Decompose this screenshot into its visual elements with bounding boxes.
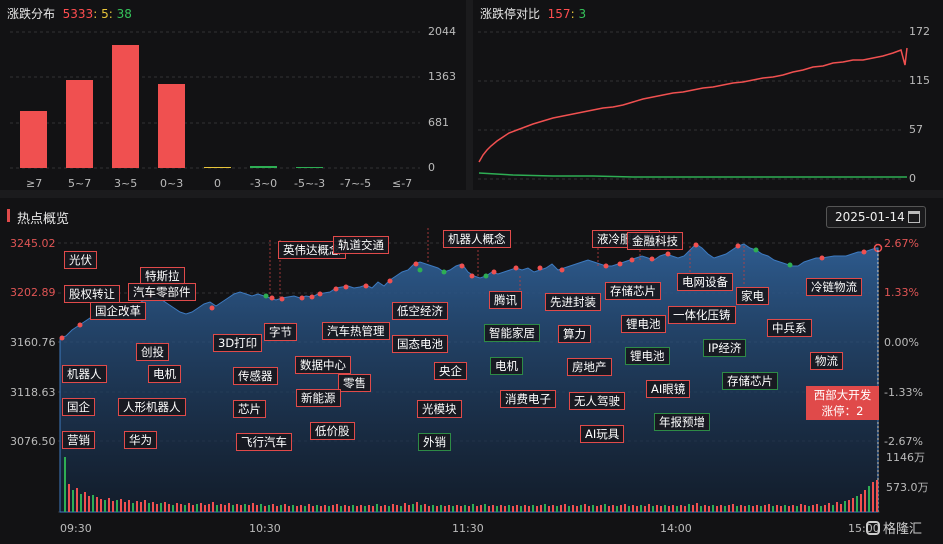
time-tick-0: 09:30 [60,522,92,535]
concept-tag[interactable]: 汽车零部件 [128,283,196,301]
price-tick-4: 3076.50 [10,435,56,448]
concept-tag[interactable]: 冷链物流 [806,278,862,296]
pct-tick-2: 0.00% [884,336,919,349]
concept-tag[interactable]: 字节 [264,323,297,341]
concept-tag[interactable]: 汽车热管理 [322,322,390,340]
concept-tag[interactable]: 国企改革 [90,302,146,320]
concept-tag[interactable]: 存储芯片 [605,282,661,300]
concept-tag[interactable]: 低空经济 [392,302,448,320]
concept-tag[interactable]: 无人驾驶 [569,392,625,410]
price-tick-1: 3202.89 [10,286,56,299]
concept-tag[interactable]: 轨道交通 [333,236,389,254]
concept-tag[interactable]: 物流 [810,352,843,370]
concept-tag[interactable]: 一体化压铸 [668,306,736,324]
callout-limit-up: 涨停：2 [821,404,864,418]
concept-tag[interactable]: 存储芯片 [722,372,778,390]
concept-tag[interactable]: 光伏 [64,251,97,269]
concept-tag[interactable]: 华为 [124,431,157,449]
concept-tag[interactable]: 外销 [418,433,451,451]
concept-tag[interactable]: 金融科技 [627,232,683,250]
price-tick-0: 3245.02 [10,237,56,250]
pct-tick-4: -2.67% [884,435,923,448]
concept-tag[interactable]: 创投 [136,343,169,361]
hover-callout: 西部大开发 涨停：2 [806,386,879,420]
concept-tag[interactable]: 低价股 [310,422,355,440]
concept-tag[interactable]: 新能源 [296,389,341,407]
time-tick-1: 10:30 [249,522,281,535]
concept-tag[interactable]: 飞行汽车 [236,433,292,451]
concept-tag[interactable]: 3D打印 [213,334,263,352]
logo-text: 格隆汇 [883,522,923,537]
time-tick-2: 11:30 [452,522,484,535]
concept-tag[interactable]: 房地产 [567,358,612,376]
concept-tag[interactable]: 电机 [148,365,181,383]
concept-tag[interactable]: AI玩具 [580,425,625,443]
concept-tag[interactable]: 光模块 [417,400,462,418]
concept-tag[interactable]: 锂电池 [621,315,666,333]
concept-tag[interactable]: 电机 [490,357,523,375]
price-tick-2: 3160.76 [10,336,56,349]
concept-tag[interactable]: 年报预增 [654,413,710,431]
concept-tag[interactable]: 电网设备 [677,273,733,291]
concept-tag[interactable]: 零售 [338,374,371,392]
concept-tag[interactable]: 国企 [62,398,95,416]
concept-tag[interactable]: 消费电子 [500,390,556,408]
concept-tag[interactable]: 先进封装 [545,293,601,311]
concept-tag[interactable]: 算力 [558,325,591,343]
logo-icon [866,521,880,535]
concept-tag[interactable]: 腾讯 [489,291,522,309]
concept-tag[interactable]: 机器人概念 [443,230,511,248]
concept-tag[interactable]: 智能家居 [484,324,540,342]
concept-tag[interactable]: 股权转让 [64,285,120,303]
time-tick-3: 14:00 [660,522,692,535]
pct-tick-1: 1.33% [884,286,919,299]
pct-tick-0: 2.67% [884,237,919,250]
concept-tag[interactable]: 数据中心 [295,356,351,374]
concept-tag[interactable]: 人形机器人 [118,398,186,416]
volume-tick-0: 1146万 [886,451,925,464]
concept-tag[interactable]: 央企 [434,362,467,380]
concept-tag[interactable]: 中兵系 [767,319,812,337]
concept-tag[interactable]: 锂电池 [625,347,670,365]
concept-tag[interactable]: 传感器 [233,367,278,385]
brand-logo: 格隆汇 [866,518,922,537]
volume-tick-1: 573.0万 [886,481,929,494]
concept-tag[interactable]: 家电 [736,287,769,305]
price-tick-3: 3118.63 [10,386,56,399]
concept-tag[interactable]: 机器人 [62,365,107,383]
concept-tag[interactable]: 芯片 [233,400,266,418]
callout-concept: 西部大开发 [813,388,872,402]
pct-tick-3: -1.33% [884,386,923,399]
concept-tag[interactable]: 营销 [62,431,95,449]
concept-tag[interactable]: AI眼镜 [646,380,691,398]
concept-tag[interactable]: 国态电池 [392,335,448,353]
concept-tag[interactable]: IP经济 [703,339,747,357]
